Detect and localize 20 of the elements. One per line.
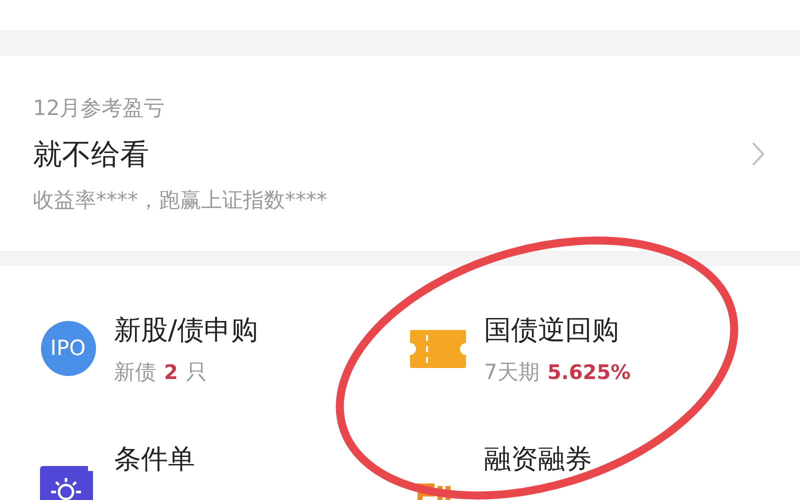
service-item[interactable]: 条件单 [0,421,370,500]
service-title: 国债逆回购 [484,314,620,348]
profit-title: 12月参考盈亏 [33,94,166,122]
service-highlight: 2 [164,358,178,386]
service-title: 条件单 [114,443,195,477]
profit-value: 就不给看 [33,136,150,172]
service-item[interactable]: 国债逆回购 7天期 5.625% [370,266,800,421]
profit-card[interactable]: 12月参考盈亏 就不给看 收益率****，跑赢上证指数**** [0,56,800,251]
service-suffix: 只 [186,358,207,386]
service-title: 新股/债申购 [114,314,258,348]
service-subtitle: 新债 [114,358,156,386]
chevron-right-icon [751,140,765,166]
service-subtitle: 7天期 [484,358,540,386]
service-item[interactable]: IPO 新股/债申购 新债 2 只 [0,266,370,421]
service-item[interactable]: 融资融券 [370,421,800,500]
ipo-icon: IPO [40,321,96,376]
service-title: 融资融券 [484,443,592,477]
service-highlight: 5.625% [547,358,631,386]
ticket-icon [410,330,466,368]
profit-subtitle: 收益率****，跑赢上证指数**** [33,186,327,214]
